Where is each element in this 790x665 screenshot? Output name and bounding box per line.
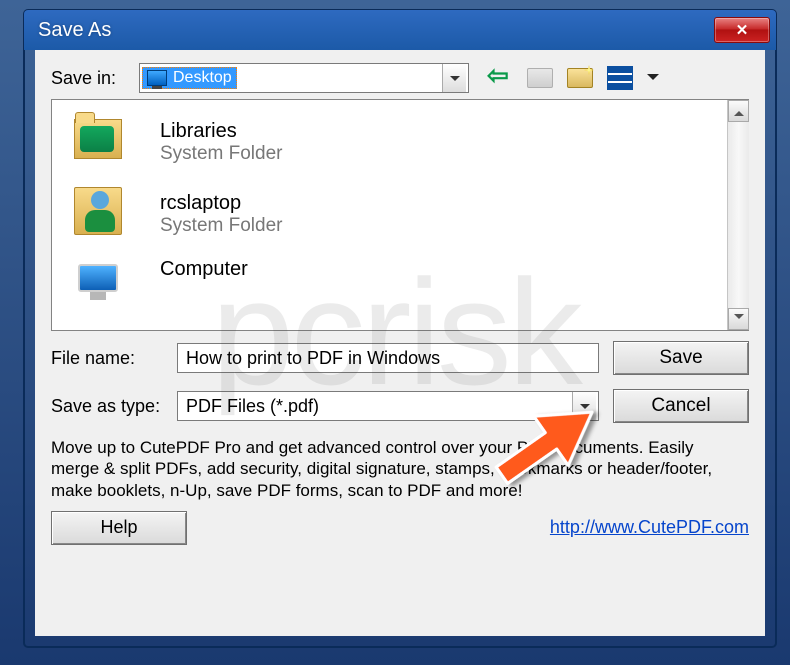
view-menu-arrow-icon[interactable] xyxy=(647,74,659,86)
lower-panel: File name: Save Save as type: PDF Files … xyxy=(51,341,749,545)
toolbar: ⇦ xyxy=(487,66,659,90)
save-in-selected: Desktop xyxy=(142,67,237,89)
save-as-dialog: Save As ✕ Save in: Desktop ⇦ xyxy=(24,10,776,647)
savetype-row: Save as type: PDF Files (*.pdf) Cancel xyxy=(51,389,749,423)
item-type: System Folder xyxy=(160,143,282,165)
list-item[interactable]: Libraries System Folder xyxy=(56,106,723,178)
item-name: rcslaptop xyxy=(160,192,282,215)
savetype-dropdown-arrow[interactable] xyxy=(572,392,596,420)
list-item[interactable]: rcslaptop System Folder xyxy=(56,178,723,250)
savetype-combo[interactable]: PDF Files (*.pdf) xyxy=(177,391,599,421)
close-button[interactable]: ✕ xyxy=(714,17,770,43)
window-title: Save As xyxy=(38,19,714,42)
scroll-up-button[interactable] xyxy=(728,100,749,122)
list-item[interactable]: Computer xyxy=(56,250,723,308)
filename-row: File name: Save xyxy=(51,341,749,375)
libraries-icon xyxy=(64,113,140,171)
scrollbar[interactable] xyxy=(727,100,749,330)
save-in-row: Save in: Desktop ⇦ xyxy=(51,63,749,93)
savetype-label: Save as type: xyxy=(51,396,177,417)
save-in-combo[interactable]: Desktop xyxy=(139,63,469,93)
help-button[interactable]: Help xyxy=(51,511,187,545)
save-in-label: Save in: xyxy=(51,68,139,89)
promo-text: Move up to CutePDF Pro and get advanced … xyxy=(51,437,749,501)
file-list[interactable]: Libraries System Folder rcslaptop System… xyxy=(52,100,727,330)
user-folder-icon xyxy=(64,185,140,243)
computer-icon xyxy=(64,258,140,316)
scroll-down-button[interactable] xyxy=(728,308,749,330)
filename-label: File name: xyxy=(51,348,177,369)
item-name: Libraries xyxy=(160,120,282,143)
back-icon[interactable]: ⇦ xyxy=(487,66,513,90)
save-in-dropdown-arrow[interactable] xyxy=(442,64,466,92)
item-type: System Folder xyxy=(160,215,282,237)
cutepdf-link[interactable]: http://www.CutePDF.com xyxy=(550,517,749,538)
up-one-level-icon[interactable] xyxy=(527,68,553,88)
item-name: Computer xyxy=(160,258,248,281)
filename-input[interactable] xyxy=(177,343,599,373)
save-in-value: Desktop xyxy=(173,69,232,87)
help-row: Help http://www.CutePDF.com xyxy=(51,511,749,545)
titlebar: Save As ✕ xyxy=(24,10,776,50)
view-menu-icon[interactable] xyxy=(607,66,633,90)
dialog-body: Save in: Desktop ⇦ xyxy=(35,51,765,636)
savetype-value: PDF Files (*.pdf) xyxy=(186,396,319,417)
save-button[interactable]: Save xyxy=(613,341,749,375)
cancel-button[interactable]: Cancel xyxy=(613,389,749,423)
file-browser: Libraries System Folder rcslaptop System… xyxy=(51,99,749,331)
close-icon: ✕ xyxy=(736,21,749,39)
desktop-icon xyxy=(147,70,167,86)
new-folder-icon[interactable] xyxy=(567,68,593,88)
